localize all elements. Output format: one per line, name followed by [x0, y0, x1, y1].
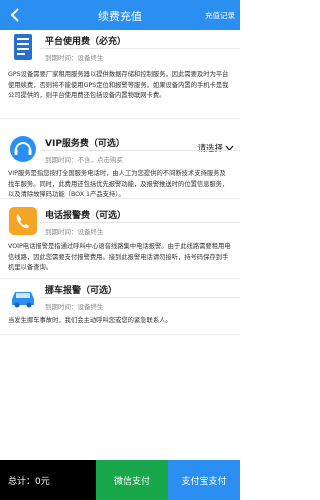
expiry-label: 到期时间：	[45, 156, 78, 164]
vip-service-icon	[8, 134, 38, 164]
wechat-pay-button[interactable]: 微信支付	[96, 460, 168, 500]
car-move-icon	[8, 281, 38, 311]
top-bar: 续费充值 充值记录	[0, 0, 240, 30]
car-move-name: 挪车报警（可选）	[45, 286, 118, 296]
divider	[40, 150, 240, 151]
platform-fee-icon	[8, 32, 38, 62]
car-move-item[interactable]: 挪车报警（可选） 到期时间：设备终生 当发生挪车事故时，我们会主动呼叫您或您的紧…	[0, 278, 240, 338]
vip-service-name: VIP服务费（可选）	[45, 139, 125, 149]
vip-service-item[interactable]: VIP服务费（可选） 请选择 到期时间：不含，点击购买 VIP服务是指您按打全国…	[0, 100, 240, 200]
fee-list: 平台使用费（必充） 到期时间：设备终生 GPS设备需要厂家租用服务器以提供数据存…	[0, 30, 240, 460]
expiry-value: 不含，点击购买	[77, 156, 124, 164]
platform-fee-expiry: 到期时间：设备终生	[45, 52, 104, 62]
payment-bar: 总计： 0元 微信支付 支付宝支付	[0, 460, 240, 500]
section-separator	[0, 198, 240, 199]
vip-service-description: VIP服务是指您按打全国服务电话时，由人工为您提供的不间断技术支持服务及找车服务…	[8, 170, 229, 198]
phone-alarm-item[interactable]: 电话报警费（可选） 到期时间：设备终生 VOIP电话报警是指通过呼叫中心语音线路…	[0, 202, 240, 282]
phone-alarm-expiry: 到期时间：设备终生	[45, 226, 104, 236]
car-move-description: 当发生挪车事故时，我们会主动呼叫您或您的紧急联系人。	[8, 317, 172, 324]
platform-fee-name: 平台使用费（必充）	[45, 37, 127, 47]
section-separator	[0, 334, 240, 335]
expiry-label: 到期时间：	[45, 228, 78, 236]
car-move-expiry: 到期时间：设备终生	[45, 301, 104, 311]
alipay-button[interactable]: 支付宝支付	[168, 460, 240, 500]
page-title: 续费充值	[98, 10, 142, 23]
platform-fee-description: GPS设备需要厂家租用服务器以提供数据存储和控制服务，因此需要及时为平台使用续费…	[8, 71, 229, 99]
total-value: 0元	[35, 476, 50, 487]
select-label: 请选择	[197, 144, 223, 154]
phone-alarm-description: VOIP电话报警是指通过呼叫中心语音线路集中电话报警。由于此线路需要租用电信线路…	[8, 243, 231, 271]
phone-alarm-name: 电话报警费（可选）	[45, 211, 127, 221]
divider	[40, 48, 240, 49]
vip-service-select[interactable]: 请选择	[197, 142, 234, 154]
expiry-label: 到期时间：	[45, 54, 78, 62]
expiry-label: 到期时间：	[45, 303, 78, 311]
divider	[40, 297, 240, 298]
expiry-value: 设备终生	[77, 303, 104, 311]
phone-alarm-icon	[8, 206, 38, 236]
total-amount: 总计： 0元	[0, 460, 96, 500]
vip-service-expiry: 到期时间：不含，点击购买	[45, 154, 123, 164]
expiry-value: 设备终生	[77, 228, 104, 236]
recharge-record-link[interactable]: 充值记录	[205, 10, 235, 21]
total-label: 总计：	[8, 476, 36, 487]
expiry-value: 设备终生	[77, 54, 104, 62]
divider	[40, 222, 240, 223]
